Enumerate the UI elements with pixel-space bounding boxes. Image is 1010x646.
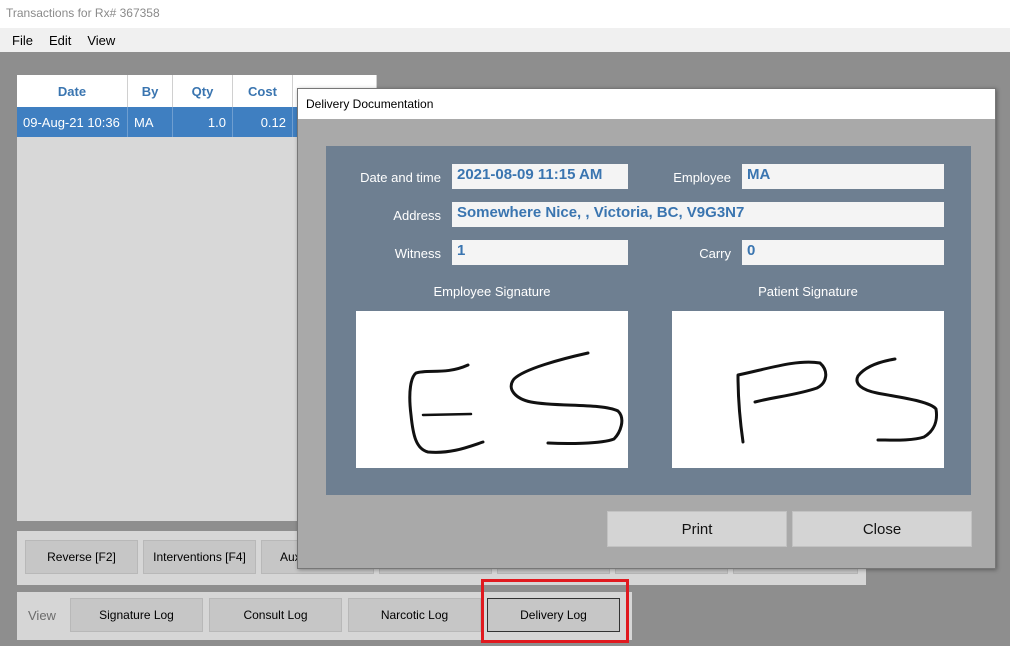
date-label: Date and time <box>360 170 441 185</box>
patient-signature <box>672 311 944 468</box>
delivery-documentation-dialog: Delivery Documentation Date and time 202… <box>297 88 996 569</box>
menu-view[interactable]: View <box>79 30 123 51</box>
menu-edit[interactable]: Edit <box>41 30 79 51</box>
consult-log-button[interactable]: Consult Log <box>209 598 342 632</box>
delivery-details-panel: Date and time 2021-08-09 11:15 AM Employ… <box>326 146 971 495</box>
date-field[interactable]: 2021-08-09 11:15 AM <box>452 164 628 189</box>
print-button[interactable]: Print <box>607 511 787 547</box>
close-button[interactable]: Close <box>792 511 972 547</box>
view-label: View <box>28 608 56 623</box>
address-label: Address <box>393 208 441 223</box>
witness-label: Witness <box>394 246 441 261</box>
menu-file[interactable]: File <box>4 30 41 51</box>
highlight-box <box>481 579 629 643</box>
address-field[interactable]: Somewhere Nice, , Victoria, BC, V9G3N7 <box>452 202 944 227</box>
employee-signature-drawing <box>408 351 624 454</box>
cell-date: 09-Aug-21 10:36 <box>17 107 128 137</box>
cell-cost: 0.12 <box>233 107 293 137</box>
employee-signature <box>356 311 628 468</box>
employee-field[interactable]: MA <box>742 164 944 189</box>
carry-field[interactable]: 0 <box>742 240 944 265</box>
header-qty[interactable]: Qty <box>173 75 233 107</box>
narcotic-log-button[interactable]: Narcotic Log <box>348 598 481 632</box>
reverse-button[interactable]: Reverse [F2] <box>25 540 138 574</box>
window-title: Transactions for Rx# 367358 <box>0 0 1010 28</box>
signature-log-button[interactable]: Signature Log <box>70 598 203 632</box>
employee-label: Employee <box>673 170 731 185</box>
dialog-title: Delivery Documentation <box>298 89 995 119</box>
menu-bar: File Edit View <box>0 28 1010 52</box>
header-date[interactable]: Date <box>17 75 128 107</box>
header-cost[interactable]: Cost <box>233 75 293 107</box>
interventions-button[interactable]: Interventions [F4] <box>143 540 256 574</box>
cell-qty: 1.0 <box>173 107 233 137</box>
header-by[interactable]: By <box>128 75 173 107</box>
cell-by: MA <box>128 107 173 137</box>
employee-signature-label: Employee Signature <box>433 284 551 299</box>
patient-signature-drawing <box>736 357 938 444</box>
patient-signature-label: Patient Signature <box>758 284 858 299</box>
witness-field[interactable]: 1 <box>452 240 628 265</box>
carry-label: Carry <box>699 246 731 261</box>
